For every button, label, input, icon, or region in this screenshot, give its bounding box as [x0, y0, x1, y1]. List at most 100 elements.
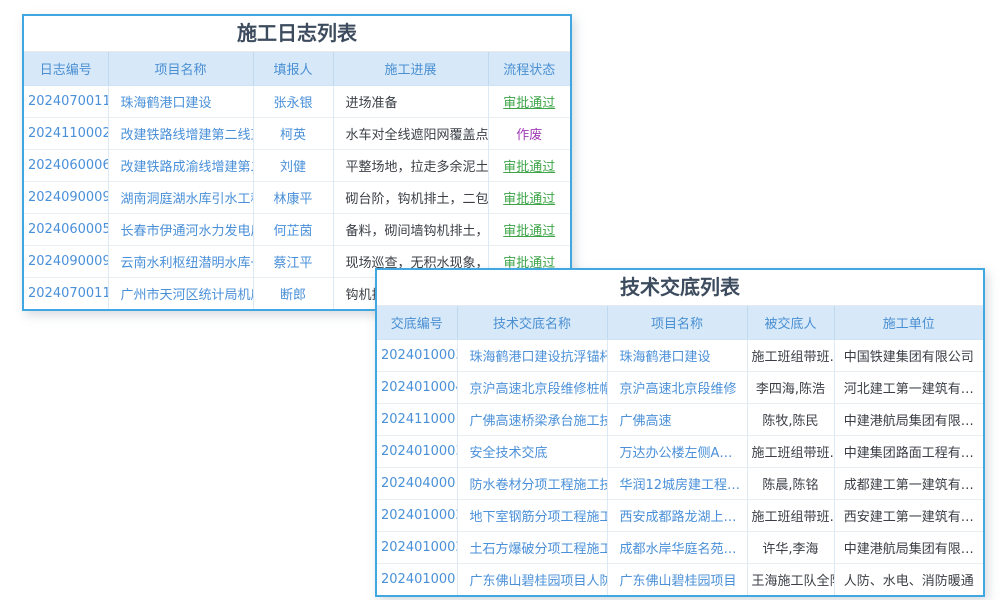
- disclosure-unit-text: 中建港航局集团有限…: [834, 404, 983, 436]
- disclosure-unit-text: 中建集团路面工程有…: [834, 436, 983, 468]
- table-row: 2024110002改建铁路线增建第二线直…柯英水车对全线遮阳网覆盖点进…作废: [24, 118, 570, 150]
- column-header: 被交底人: [747, 306, 834, 340]
- disclosure-id-link[interactable]: 2024040001: [377, 468, 457, 500]
- disclosure-recipients-text: 陈晨,陈铭: [747, 468, 834, 500]
- disclosure-name-link[interactable]: 京沪高速北京段维修桩帽…: [457, 372, 607, 404]
- column-header: 填报人: [253, 52, 333, 86]
- technical-disclosure-table: 交底编号技术交底名称项目名称被交底人施工单位 2024010003珠海鹤港口建设…: [377, 306, 983, 595]
- disclosure-project-link[interactable]: 西安成都路龙湖上…: [607, 500, 747, 532]
- log-reporter-link[interactable]: 刘健: [253, 150, 333, 182]
- column-header: 项目名称: [108, 52, 253, 86]
- table-row: 2024010003珠海鹤港口建设抗浮锚杆…珠海鹤港口建设施工班组带班…中国铁建…: [377, 340, 983, 372]
- disclosure-id-link[interactable]: 2024010002: [377, 532, 457, 564]
- column-header: 施工进展: [333, 52, 488, 86]
- log-reporter-link[interactable]: 蔡江平: [253, 246, 333, 278]
- table-row: 2024110001广佛高速桥梁承台施工技…广佛高速陈牧,陈民中建港航局集团有限…: [377, 404, 983, 436]
- disclosure-project-link[interactable]: 珠海鹤港口建设: [607, 340, 747, 372]
- disclosure-recipients-text: 施工班组带班…: [747, 500, 834, 532]
- disclosure-name-link[interactable]: 防水卷材分项工程施工技…: [457, 468, 607, 500]
- log-id-link[interactable]: 2024090009: [24, 182, 108, 214]
- table-row: 2024010002土石方爆破分项工程施工…成都水岸华庭名苑…许华,李海中建港航…: [377, 532, 983, 564]
- log-reporter-link[interactable]: 何芷茵: [253, 214, 333, 246]
- log-progress-text: 水车对全线遮阳网覆盖点进…: [333, 118, 488, 150]
- column-header: 日志编号: [24, 52, 108, 86]
- log-project-link[interactable]: 珠海鹤港口建设: [108, 86, 253, 118]
- log-progress-text: 备料，砌间墙钩机排土，瓦…: [333, 214, 488, 246]
- table-row: 2024010002地下室钢筋分项工程施工…西安成都路龙湖上…施工班组带班…西安…: [377, 500, 983, 532]
- log-reporter-link[interactable]: 张永银: [253, 86, 333, 118]
- construction-log-header-row: 日志编号项目名称填报人施工进展流程状态: [24, 52, 570, 86]
- disclosure-unit-text: 人防、水电、消防暖通: [834, 564, 983, 596]
- table-row: 2024070011珠海鹤港口建设张永银进场准备审批通过: [24, 86, 570, 118]
- column-header: 施工单位: [834, 306, 983, 340]
- log-id-link[interactable]: 2024110002: [24, 118, 108, 150]
- disclosure-project-link[interactable]: 成都水岸华庭名苑…: [607, 532, 747, 564]
- disclosure-recipients-text: 施工班组带班…: [747, 340, 834, 372]
- disclosure-name-link[interactable]: 安全技术交底: [457, 436, 607, 468]
- table-row: 2024040001防水卷材分项工程施工技…华润12城房建工程…陈晨,陈铭成都建…: [377, 468, 983, 500]
- disclosure-unit-text: 西安建工第一建筑有…: [834, 500, 983, 532]
- log-reporter-link[interactable]: 断郎: [253, 278, 333, 310]
- disclosure-project-link[interactable]: 华润12城房建工程…: [607, 468, 747, 500]
- disclosure-project-link[interactable]: 广佛高速: [607, 404, 747, 436]
- disclosure-unit-text: 河北建工第一建筑有…: [834, 372, 983, 404]
- table-row: 2024010004京沪高速北京段维修桩帽…京沪高速北京段维修李四海,陈浩河北建…: [377, 372, 983, 404]
- log-project-link[interactable]: 湖南洞庭湖水库引水工程…: [108, 182, 253, 214]
- log-project-link[interactable]: 广州市天河区统计局机房…: [108, 278, 253, 310]
- disclosure-name-link[interactable]: 土石方爆破分项工程施工…: [457, 532, 607, 564]
- log-status-link: 作废: [488, 118, 570, 150]
- log-project-link[interactable]: 长春市伊通河水力发电厂…: [108, 214, 253, 246]
- log-status-link[interactable]: 审批通过: [488, 214, 570, 246]
- log-id-link[interactable]: 2024070011: [24, 278, 108, 310]
- disclosure-recipients-text: 许华,李海: [747, 532, 834, 564]
- column-header: 技术交底名称: [457, 306, 607, 340]
- technical-disclosure-panel: 技术交底列表 交底编号技术交底名称项目名称被交底人施工单位 2024010003…: [375, 268, 985, 597]
- log-project-link[interactable]: 改建铁路成渝线增建第二…: [108, 150, 253, 182]
- disclosure-id-link[interactable]: 2024010003: [377, 340, 457, 372]
- disclosure-project-link[interactable]: 京沪高速北京段维修: [607, 372, 747, 404]
- log-id-link[interactable]: 2024070011: [24, 86, 108, 118]
- disclosure-id-link[interactable]: 2024010001: [377, 564, 457, 596]
- disclosure-name-link[interactable]: 地下室钢筋分项工程施工…: [457, 500, 607, 532]
- table-row: 2024060005长春市伊通河水力发电厂…何芷茵备料，砌间墙钩机排土，瓦…审批…: [24, 214, 570, 246]
- disclosure-id-link[interactable]: 2024010003: [377, 436, 457, 468]
- log-progress-text: 砌台阶，钩机排土，二包砌…: [333, 182, 488, 214]
- disclosure-name-link[interactable]: 珠海鹤港口建设抗浮锚杆…: [457, 340, 607, 372]
- column-header: 项目名称: [607, 306, 747, 340]
- disclosure-recipients-text: 陈牧,陈民: [747, 404, 834, 436]
- construction-log-title: 施工日志列表: [24, 16, 570, 52]
- disclosure-unit-text: 中建港航局集团有限…: [834, 532, 983, 564]
- construction-log-panel: 施工日志列表 日志编号项目名称填报人施工进展流程状态 2024070011珠海鹤…: [22, 14, 572, 311]
- disclosure-id-link[interactable]: 2024110001: [377, 404, 457, 436]
- column-header: 流程状态: [488, 52, 570, 86]
- log-reporter-link[interactable]: 柯英: [253, 118, 333, 150]
- log-id-link[interactable]: 2024060005: [24, 214, 108, 246]
- table-row: 2024090009湖南洞庭湖水库引水工程…林康平砌台阶，钩机排土，二包砌…审批…: [24, 182, 570, 214]
- log-status-link[interactable]: 审批通过: [488, 150, 570, 182]
- log-reporter-link[interactable]: 林康平: [253, 182, 333, 214]
- disclosure-id-link[interactable]: 2024010004: [377, 372, 457, 404]
- column-header: 交底编号: [377, 306, 457, 340]
- technical-disclosure-header-row: 交底编号技术交底名称项目名称被交底人施工单位: [377, 306, 983, 340]
- log-status-link[interactable]: 审批通过: [488, 86, 570, 118]
- table-row: 2024010003安全技术交底万达办公楼左侧A…施工班组带班…中建集团路面工程…: [377, 436, 983, 468]
- log-project-link[interactable]: 云南水利枢纽潜明水库一…: [108, 246, 253, 278]
- log-id-link[interactable]: 2024060006: [24, 150, 108, 182]
- log-status-link[interactable]: 审批通过: [488, 182, 570, 214]
- disclosure-unit-text: 成都建工第一建筑有…: [834, 468, 983, 500]
- log-progress-text: 进场准备: [333, 86, 488, 118]
- disclosure-unit-text: 中国铁建集团有限公司: [834, 340, 983, 372]
- disclosure-name-link[interactable]: 广东佛山碧桂园项目人防…: [457, 564, 607, 596]
- technical-disclosure-title: 技术交底列表: [377, 270, 983, 306]
- log-project-link[interactable]: 改建铁路线增建第二线直…: [108, 118, 253, 150]
- technical-disclosure-body: 2024010003珠海鹤港口建设抗浮锚杆…珠海鹤港口建设施工班组带班…中国铁建…: [377, 340, 983, 596]
- disclosure-recipients-text: 施工班组带班…: [747, 436, 834, 468]
- table-row: 2024060006改建铁路成渝线增建第二…刘健平整场地，拉走多余泥土15…审批…: [24, 150, 570, 182]
- disclosure-name-link[interactable]: 广佛高速桥梁承台施工技…: [457, 404, 607, 436]
- disclosure-project-link[interactable]: 广东佛山碧桂园项目: [607, 564, 747, 596]
- table-row: 2024010001广东佛山碧桂园项目人防…广东佛山碧桂园项目王海施工队全队人防…: [377, 564, 983, 596]
- disclosure-id-link[interactable]: 2024010002: [377, 500, 457, 532]
- disclosure-project-link[interactable]: 万达办公楼左侧A…: [607, 436, 747, 468]
- log-id-link[interactable]: 2024090009: [24, 246, 108, 278]
- disclosure-recipients-text: 李四海,陈浩: [747, 372, 834, 404]
